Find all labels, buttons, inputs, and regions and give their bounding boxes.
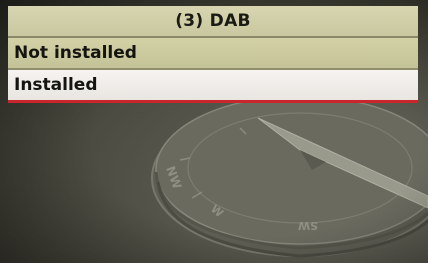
compass-dial-top: [155, 95, 428, 245]
display-screen: NW W SW (3) DAB Not installed Installed: [0, 0, 428, 263]
menu-item-not-installed[interactable]: Not installed: [8, 38, 418, 68]
menu-item-installed[interactable]: Installed: [8, 70, 418, 103]
compass-label-sw: SW: [298, 219, 318, 232]
page-title: (3) DAB: [8, 6, 418, 36]
